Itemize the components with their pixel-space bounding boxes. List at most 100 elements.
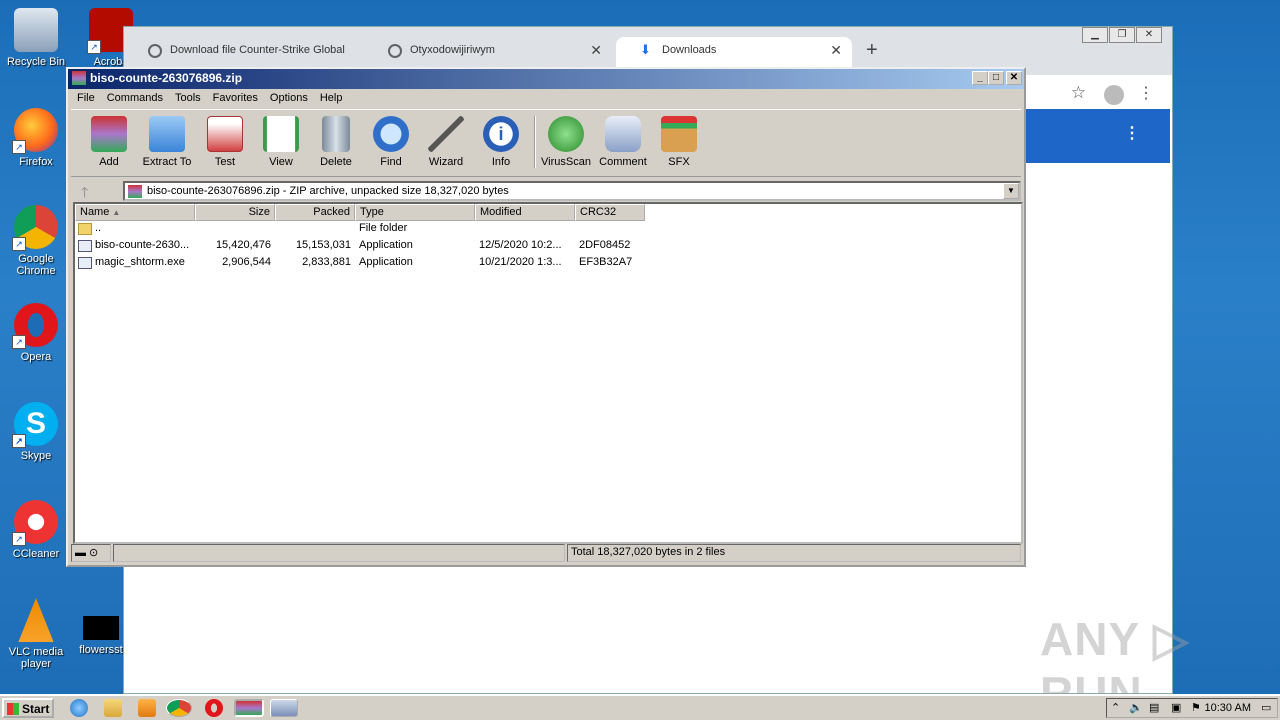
chevron-up-icon[interactable]: ⌃: [1111, 701, 1125, 715]
tab-otyxodowijiriwym[interactable]: Otyxodowijiriwym ✕: [364, 37, 612, 67]
tab-label: Otyxodowijiriwym: [410, 44, 495, 56]
new-tab-button[interactable]: +: [866, 39, 878, 62]
close-button[interactable]: ✕: [1136, 27, 1162, 43]
tab-label: Download file Counter-Strike Global: [170, 44, 345, 56]
wizard-button[interactable]: Wizard: [416, 114, 476, 168]
column-size[interactable]: Size: [195, 204, 275, 221]
chevron-down-icon[interactable]: ▼: [1003, 183, 1019, 199]
wand-icon: [428, 116, 464, 152]
info-button[interactable]: i Info: [471, 114, 531, 168]
desktop-icon-ccleaner[interactable]: ↗ CCleaner: [1, 500, 71, 560]
path-combobox[interactable]: biso-counte-263076896.zip - ZIP archive,…: [123, 181, 1021, 201]
app-taskbar-icon[interactable]: [270, 699, 298, 717]
status-left: [113, 544, 565, 562]
more-options-icon[interactable]: ⋮: [1124, 123, 1140, 143]
drive-icon[interactable]: ▬ ⊙: [71, 544, 111, 562]
display-icon[interactable]: ▣: [1171, 701, 1185, 715]
application-icon: [78, 240, 92, 252]
view-label: View: [269, 156, 293, 168]
opera-icon: ↗: [12, 303, 58, 349]
list-item[interactable]: biso-counte-2630... 15,420,476 15,153,03…: [75, 238, 1021, 255]
desktop-icon-recycle-bin[interactable]: Recycle Bin: [1, 8, 71, 68]
extract-to-label: Extract To: [142, 156, 192, 168]
tab-label: Downloads: [662, 44, 717, 56]
view-button[interactable]: View: [251, 114, 311, 168]
wizard-label: Wizard: [428, 156, 464, 168]
download-icon: ⬇: [640, 42, 651, 57]
opera-taskbar-icon[interactable]: [205, 699, 223, 717]
close-button[interactable]: ✕: [1006, 71, 1022, 85]
extract-to-button[interactable]: Extract To: [137, 114, 197, 168]
maximize-button[interactable]: □: [988, 71, 1004, 85]
desktop-icon-label: Firefox: [19, 156, 53, 168]
winrar-menubar: File Commands Tools Favorites Options He…: [68, 89, 1024, 109]
comment-button[interactable]: Comment: [593, 114, 653, 168]
tab-downloads[interactable]: ⬇ Downloads ✕: [616, 37, 852, 67]
menu-options[interactable]: Options: [265, 91, 315, 107]
application-icon: [78, 257, 92, 269]
maximize-button[interactable]: ❐: [1109, 27, 1135, 43]
clock[interactable]: 10:30 AM: [1205, 702, 1251, 714]
desktop-icon-chrome[interactable]: ↗ Google Chrome: [1, 205, 71, 277]
menu-tools[interactable]: Tools: [170, 91, 208, 107]
recycle-bin-icon: [14, 8, 58, 52]
skype-icon: S ↗: [12, 402, 58, 448]
desktop-icon-opera[interactable]: ↗ Opera: [1, 303, 71, 363]
magnifier-icon: [373, 116, 409, 152]
virusscan-button[interactable]: VirusScan: [536, 114, 596, 168]
file-list: Name ▲ Size Packed Type Modified CRC32 .…: [73, 202, 1023, 544]
ccleaner-icon: ↗: [12, 500, 58, 546]
desktop-icon-firefox[interactable]: ↗ Firefox: [1, 108, 71, 168]
internet-explorer-icon[interactable]: [70, 699, 88, 717]
window-title: biso-counte-263076896.zip: [90, 71, 243, 85]
desktop-icon-vlc[interactable]: VLC media player: [1, 598, 71, 670]
test-button[interactable]: Test: [195, 114, 255, 168]
minimize-button[interactable]: ▁: [1082, 27, 1108, 43]
menu-favorites[interactable]: Favorites: [208, 91, 265, 107]
flag-icon[interactable]: ⚑: [1191, 701, 1205, 715]
network-icon[interactable]: ▤: [1149, 701, 1163, 715]
volume-icon[interactable]: 🔈: [1129, 701, 1143, 715]
winrar-taskbar-icon[interactable]: [234, 699, 264, 717]
star-icon[interactable]: ☆: [1071, 83, 1086, 103]
media-player-icon[interactable]: [138, 699, 156, 717]
tab-download-file[interactable]: Download file Counter-Strike Global: [124, 37, 360, 67]
column-modified[interactable]: Modified: [475, 204, 575, 221]
desktop-icon-label: Google Chrome: [16, 253, 56, 277]
menu-file[interactable]: File: [72, 91, 102, 107]
find-button[interactable]: Find: [361, 114, 421, 168]
test-label: Test: [214, 156, 236, 168]
column-name[interactable]: Name ▲: [75, 204, 195, 221]
menu-icon[interactable]: ⋮: [1138, 83, 1154, 103]
start-button[interactable]: Start: [2, 698, 54, 718]
sfx-button[interactable]: SFX: [649, 114, 709, 168]
desktop-icon-label: Opera: [20, 351, 52, 363]
menu-help[interactable]: Help: [315, 91, 350, 107]
virusscan-label: VirusScan: [541, 156, 591, 168]
close-tab-icon[interactable]: ✕: [830, 42, 842, 59]
add-button[interactable]: Add: [79, 114, 139, 168]
close-tab-icon[interactable]: ✕: [590, 42, 602, 59]
desktop-icon-skype[interactable]: S ↗ Skype: [1, 402, 71, 462]
file-thumbnail-icon: [83, 616, 119, 640]
column-type[interactable]: Type: [355, 204, 475, 221]
windows-logo-icon: [7, 703, 19, 715]
status-bar: ▬ ⊙ Total 18,327,020 bytes in 2 files: [71, 544, 1021, 562]
chrome-taskbar-icon[interactable]: [166, 699, 192, 717]
comment-label: Comment: [599, 156, 647, 168]
profile-avatar[interactable]: [1104, 85, 1124, 105]
status-text: Total 18,327,020 bytes in 2 files: [567, 544, 1021, 562]
winrar-toolbar: Add Extract To Test View Delete Find Wiz…: [71, 109, 1021, 177]
explorer-folder-icon[interactable]: [104, 699, 122, 717]
column-packed[interactable]: Packed: [275, 204, 355, 221]
menu-commands[interactable]: Commands: [102, 91, 170, 107]
minimize-button[interactable]: _: [972, 71, 988, 85]
list-item[interactable]: .. File folder: [75, 221, 1021, 238]
list-item[interactable]: magic_shtorm.exe 2,906,544 2,833,881 App…: [75, 255, 1021, 272]
folder-up-icon: [78, 223, 92, 235]
taskbar: Start ⌃ 🔈 ▤ ▣ ⚑ 10:30 AM ▭: [0, 694, 1280, 720]
sort-asc-icon: ▲: [112, 208, 121, 217]
show-desktop-icon[interactable]: ▭: [1261, 701, 1275, 715]
column-crc32[interactable]: CRC32: [575, 204, 645, 221]
delete-button[interactable]: Delete: [306, 114, 366, 168]
